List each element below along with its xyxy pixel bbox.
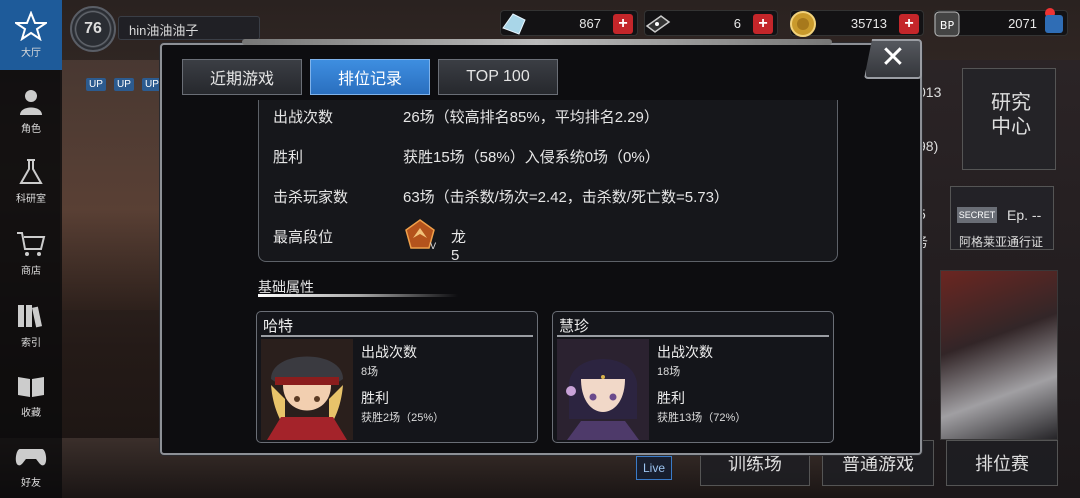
coin-resource[interactable]: 35713 + [790, 10, 924, 37]
sidebar-label: 科研室 [16, 194, 46, 205]
stat-label: 胜利 [273, 149, 304, 166]
character-card-hyejin[interactable]: 慧珍 出战次数 18场 胜利 获胜13场（72%） [552, 311, 834, 443]
character-name-underline [261, 335, 533, 337]
crystal-resource[interactable]: 867 + [500, 10, 638, 36]
bp-count: 2071 [1008, 16, 1037, 31]
sidebar-item-lab[interactable]: 科研室 [0, 146, 62, 216]
coin-icon [790, 11, 816, 37]
character-wins-label: 胜利 [657, 390, 685, 406]
research-center-label: 研究 中心 [991, 92, 1031, 138]
up-badge-icon: UP [114, 78, 134, 91]
character-name: 哈特 [263, 318, 294, 335]
up-badges: UP UP UP [86, 74, 166, 98]
sidebar-label: 收藏 [21, 408, 41, 419]
sidebar-item-friends[interactable]: 好友 [0, 430, 62, 498]
character-matches-value: 8场 [361, 366, 379, 378]
stat-value: 63场（击杀数/场次=2.42，击杀数/死亡数=5.73） [403, 189, 729, 206]
section-underline [258, 294, 458, 297]
add-ticket-button[interactable]: + [753, 14, 773, 34]
stat-value: 获胜15场（58%）入侵系统0场（0%） [403, 149, 660, 166]
character-matches-value: 18场 [657, 366, 681, 378]
add-crystal-button[interactable]: + [613, 14, 633, 34]
star-hall-icon [14, 11, 48, 41]
character-portrait [557, 339, 649, 440]
up-badge-icon: UP [142, 78, 162, 91]
player-level: 76 [70, 6, 116, 52]
secret-badge: SECRET [957, 207, 997, 223]
open-book-icon [14, 371, 48, 401]
cart-icon [14, 229, 48, 259]
bp-paw-icon: BP [934, 11, 960, 37]
svg-text:V: V [430, 242, 437, 252]
main-sidebar: 大厅 角色 科研室 商店 索引 收藏 好友 [0, 0, 62, 498]
character-icon [14, 87, 48, 117]
crystal-icon [502, 13, 526, 35]
tab-ranked-record[interactable]: 排位记录 [310, 59, 430, 95]
up-badge-icon: UP [86, 78, 106, 91]
stat-label: 最高段位 [273, 229, 334, 246]
character-name-underline [557, 335, 829, 337]
ticket-resource[interactable]: 6 + [644, 10, 778, 36]
sidebar-label: 好友 [21, 478, 41, 489]
character-card-hart[interactable]: 哈特 出战次数 8场 胜利 获胜2场（25%） [256, 311, 538, 443]
tab-top-100[interactable]: TOP 100 [438, 59, 558, 95]
character-wins-value: 获胜2场（25%） [361, 412, 445, 424]
close-button[interactable]: ✕ [864, 39, 922, 79]
add-coin-button[interactable]: + [899, 14, 919, 34]
sidebar-item-character[interactable]: 角色 [0, 76, 62, 146]
sidebar-item-hall[interactable]: 大厅 [0, 0, 62, 70]
svg-text:BP: BP [940, 19, 955, 32]
ticket-icon [645, 15, 671, 33]
dialog-top-accent [242, 39, 832, 45]
sidebar-label: 商店 [21, 266, 41, 277]
bp-resource[interactable]: BP 2071 [934, 8, 1068, 37]
books-icon [14, 301, 48, 331]
dragon-rank-badge-icon: V [405, 219, 437, 252]
sidebar-item-collection[interactable]: 收藏 [0, 360, 62, 430]
live-badge[interactable]: Live [636, 456, 672, 480]
pass-panel[interactable]: SECRET Ep. -- 阿格莱亚通行证 [950, 186, 1054, 250]
sidebar-label: 角色 [21, 124, 41, 135]
character-matches-label: 出战次数 [361, 344, 417, 360]
ticket-count: 6 [733, 16, 741, 31]
ranked-game-button[interactable]: 排位赛 [946, 440, 1058, 486]
stat-label: 出战次数 [273, 109, 334, 126]
pass-label: 阿格莱亚通行证 [959, 235, 1044, 249]
character-matches-label: 出战次数 [657, 344, 713, 360]
sidebar-item-shop[interactable]: 商店 [0, 218, 62, 288]
bp-add-icon[interactable] [1045, 15, 1063, 33]
player-name: hin油油油子 [118, 16, 260, 40]
character-artwork [940, 270, 1058, 440]
episode-label: Ep. -- [1007, 207, 1042, 223]
research-center-button[interactable]: 研究 中心 [962, 68, 1056, 170]
ranked-stats-panel[interactable]: 出战次数 26场（较高排名85%，平均排名2.29） 胜利 获胜15场（58%）… [258, 100, 838, 264]
character-wins-value: 获胜13场（72%） [657, 412, 747, 424]
sidebar-item-index[interactable]: 索引 [0, 290, 62, 360]
character-portrait [261, 339, 353, 440]
gamepad-icon [14, 441, 48, 471]
flask-icon [14, 157, 48, 187]
sidebar-label: 索引 [21, 338, 41, 349]
tab-recent-games[interactable]: 近期游戏 [182, 59, 302, 95]
character-name: 慧珍 [559, 318, 590, 335]
crystal-count: 867 [579, 16, 601, 31]
sidebar-label: 大厅 [21, 48, 41, 59]
stat-label: 击杀玩家数 [273, 189, 349, 206]
character-wins-label: 胜利 [361, 390, 389, 406]
coin-count: 35713 [850, 16, 887, 31]
stat-value: 26场（较高排名85%，平均排名2.29） [403, 109, 659, 126]
highest-rank-value: 龙5 [451, 229, 467, 264]
ranked-record-dialog: 近期游戏 排位记录 TOP 100 ✕ 出战次数 26场（较高排名85%，平均排… [160, 39, 922, 455]
